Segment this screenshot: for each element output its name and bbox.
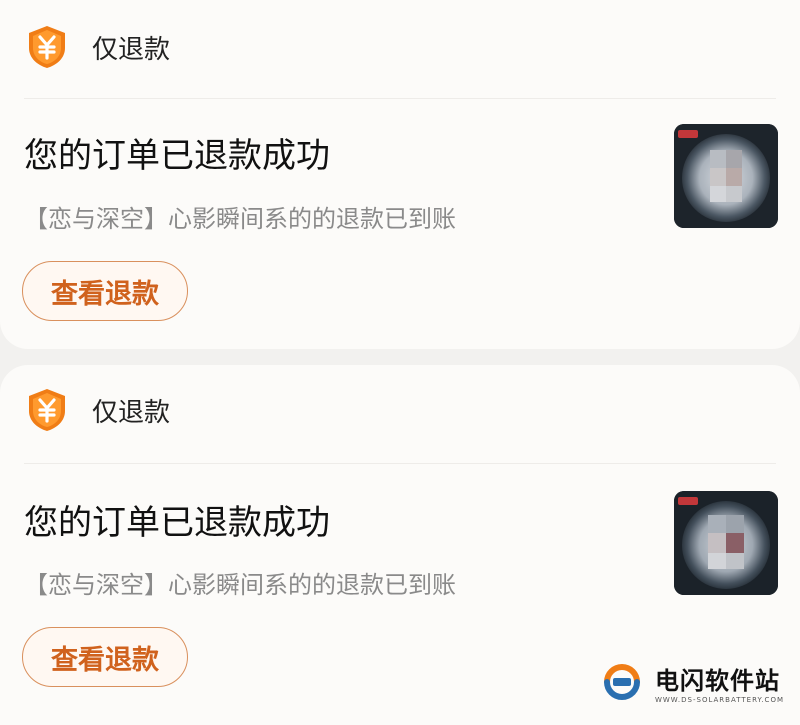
refund-type-header: 仅退款: [24, 385, 170, 435]
divider: [24, 98, 776, 99]
product-image: [674, 491, 778, 595]
watermark-name: 电闪软件站: [654, 666, 780, 695]
refund-detail: 【恋与深空】心影瞬间系的的退款已到账: [24, 571, 456, 599]
product-thumbnail[interactable]: [674, 491, 778, 595]
refund-title: 您的订单已退款成功: [24, 503, 330, 543]
refund-type-header: 仅退款: [24, 22, 170, 72]
refund-title: 您的订单已退款成功: [24, 136, 330, 176]
refund-detail: 【恋与深空】心影瞬间系的的退款已到账: [24, 205, 456, 233]
watermark-logo-icon: [599, 659, 645, 705]
view-refund-button[interactable]: 查看退款: [22, 627, 188, 687]
yen-shield-icon: [24, 387, 70, 433]
watermark-url: WWW.DS-SOLARBATTERY.COM: [654, 695, 784, 704]
divider: [24, 463, 776, 464]
refund-type-label: 仅退款: [92, 397, 171, 428]
product-image: [674, 124, 778, 228]
site-watermark: 电闪软件站 WWW.DS-SOLARBATTERY.COM: [599, 654, 784, 710]
yen-shield-icon: [24, 24, 70, 70]
product-thumbnail[interactable]: [674, 124, 778, 228]
refund-type-label: 仅退款: [92, 34, 171, 65]
refund-card-1[interactable]: 仅退款 您的订单已退款成功 【恋与深空】心影瞬间系的的退款已到账 查看退款: [0, 0, 800, 349]
view-refund-button[interactable]: 查看退款: [22, 261, 188, 321]
